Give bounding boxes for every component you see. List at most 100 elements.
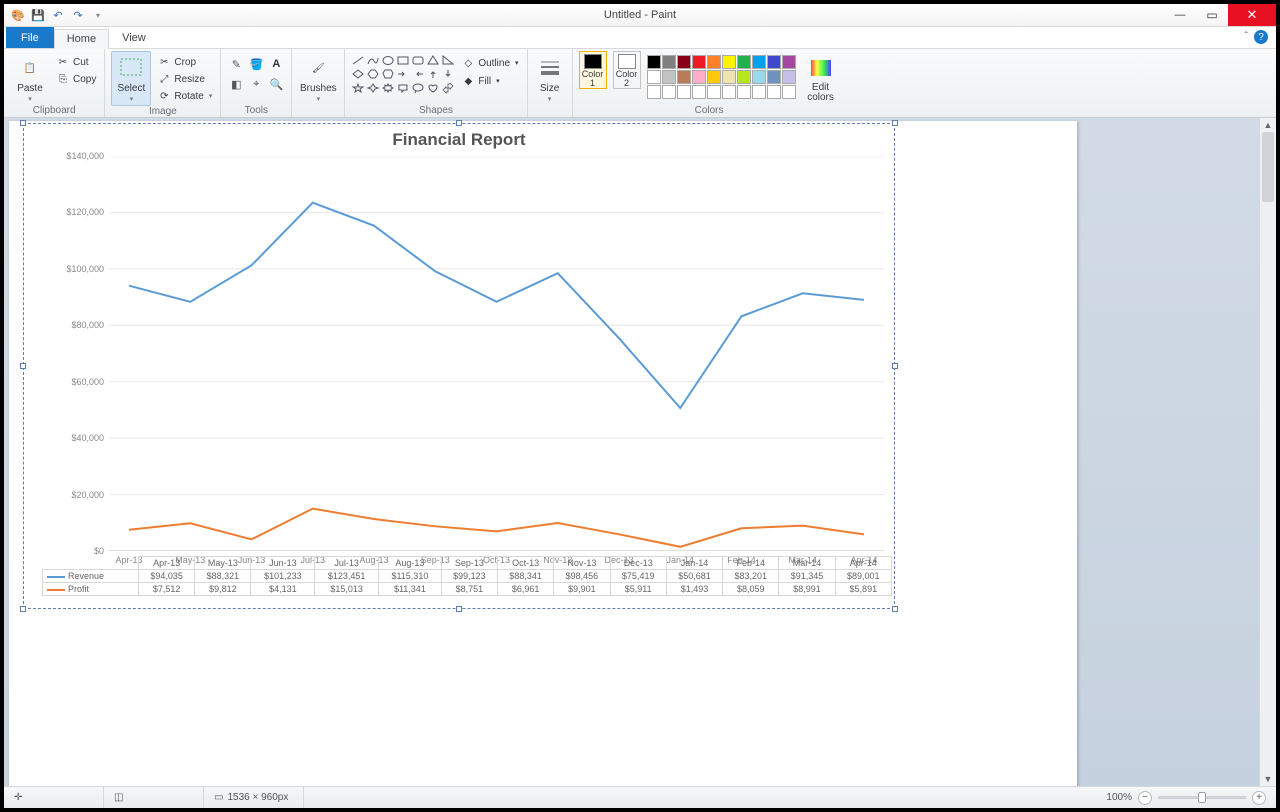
palette-swatch-empty[interactable] [782, 85, 796, 99]
pencil-tool[interactable]: ✎ [227, 55, 245, 73]
size-label: Size [540, 83, 559, 94]
tab-home[interactable]: Home [54, 29, 109, 49]
palette-swatch[interactable] [692, 70, 706, 84]
palette-swatch[interactable] [662, 55, 676, 69]
palette-swatch[interactable] [767, 55, 781, 69]
maximize-button[interactable]: ▭ [1196, 4, 1228, 26]
cut-button[interactable]: ✂Cut [54, 54, 98, 70]
scrollbar-thumb[interactable] [1262, 132, 1274, 202]
palette-swatch[interactable] [737, 55, 751, 69]
status-cursor-pos: ✛ [4, 787, 104, 808]
palette-swatch-empty[interactable] [707, 85, 721, 99]
palette-swatch[interactable] [707, 70, 721, 84]
y-tick-label: $120,000 [54, 207, 104, 217]
copy-icon: ⎘ [56, 72, 70, 86]
palette-swatch[interactable] [737, 70, 751, 84]
zoom-in-button[interactable]: + [1252, 791, 1266, 805]
palette-swatch[interactable] [692, 55, 706, 69]
shape-gallery[interactable] [351, 51, 455, 95]
y-tick-label: $80,000 [54, 320, 104, 330]
outline-icon: ◇ [461, 56, 475, 70]
scroll-down-icon[interactable]: ▼ [1260, 772, 1276, 786]
palette-swatch[interactable] [647, 55, 661, 69]
status-canvas-size: ▭1536 × 960px [204, 787, 304, 808]
group-label-clipboard: Clipboard [10, 105, 98, 117]
brushes-button[interactable]: 🖌 Brushes ▾ [298, 51, 338, 103]
app-icon: 🎨 [10, 7, 26, 23]
vertical-scrollbar[interactable]: ▲ ▼ [1259, 118, 1276, 786]
y-tick-label: $60,000 [54, 377, 104, 387]
palette-swatch[interactable] [782, 55, 796, 69]
palette-swatch-empty[interactable] [647, 85, 661, 99]
palette-swatch[interactable] [722, 70, 736, 84]
qat-dropdown-icon[interactable]: ▾ [90, 7, 106, 23]
canvas[interactable]: Financial Report $0$20,000$40,000$60,000… [9, 121, 1077, 786]
zoom-out-button[interactable]: − [1138, 791, 1152, 805]
minimize-button[interactable]: — [1164, 4, 1196, 26]
shape-outline-button[interactable]: ◇Outline▾ [459, 55, 520, 71]
y-tick-label: $20,000 [54, 490, 104, 500]
rotate-button[interactable]: ⟳Rotate▾ [155, 88, 214, 104]
group-image: Select ▾ ✂Crop ⤢Resize ⟳Rotate▾ Image [105, 49, 221, 117]
palette-swatch[interactable] [677, 70, 691, 84]
eraser-tool[interactable]: ◧ [227, 75, 245, 93]
picker-tool[interactable]: ⌖ [247, 75, 265, 93]
palette-swatch-empty[interactable] [692, 85, 706, 99]
window-title: Untitled - Paint [4, 9, 1276, 21]
palette-swatch-empty[interactable] [737, 85, 751, 99]
text-tool[interactable]: A [267, 55, 285, 73]
edit-colors-button[interactable]: Edit colors [802, 51, 840, 103]
palette-swatch[interactable] [752, 55, 766, 69]
palette-swatch[interactable] [722, 55, 736, 69]
ribbon-tabs: File Home View ˆ ? [4, 27, 1276, 49]
minimize-ribbon-icon[interactable]: ˆ [1245, 31, 1248, 42]
palette-swatch[interactable] [782, 70, 796, 84]
palette-swatch-empty[interactable] [677, 85, 691, 99]
palette-swatch[interactable] [707, 55, 721, 69]
color1-slot[interactable]: Color 1 [579, 51, 607, 89]
y-tick-label: $100,000 [54, 264, 104, 274]
close-button[interactable]: ✕ [1228, 4, 1276, 26]
palette-swatch[interactable] [677, 55, 691, 69]
canvas-viewport[interactable]: Financial Report $0$20,000$40,000$60,000… [4, 118, 1259, 786]
crop-button[interactable]: ✂Crop [155, 54, 214, 70]
color2-slot[interactable]: Color 2 [613, 51, 641, 89]
palette-swatch-empty[interactable] [767, 85, 781, 99]
zoom-slider[interactable] [1158, 796, 1246, 799]
cursor-icon: ✛ [14, 792, 22, 803]
chevron-down-icon: ▾ [548, 95, 552, 103]
select-button[interactable]: Select ▾ [111, 51, 151, 106]
title-bar: 🎨 💾 ↶ ↷ ▾ Untitled - Paint — ▭ ✕ [4, 4, 1276, 27]
resize-button[interactable]: ⤢Resize [155, 71, 214, 87]
chart-title: Financial Report [24, 124, 894, 150]
group-brushes: 🖌 Brushes ▾ [292, 49, 345, 117]
palette-swatch[interactable] [662, 70, 676, 84]
help-icon[interactable]: ? [1254, 30, 1268, 44]
y-tick-label: $0 [54, 546, 104, 556]
group-shapes: ◇Outline▾ ◆Fill▾ Shapes [345, 49, 527, 117]
palette-swatch[interactable] [752, 70, 766, 84]
tab-view[interactable]: View [109, 28, 159, 48]
redo-icon[interactable]: ↷ [70, 7, 86, 23]
chevron-down-icon: ▾ [130, 95, 134, 103]
palette-swatch-empty[interactable] [752, 85, 766, 99]
tab-file[interactable]: File [6, 27, 54, 48]
copy-button[interactable]: ⎘Copy [54, 71, 98, 87]
zoom-control: 100% − + [1106, 791, 1276, 805]
paste-icon: 📋 [16, 54, 44, 82]
paste-button[interactable]: 📋 Paste ▾ [10, 51, 50, 103]
magnifier-tool[interactable]: 🔍 [267, 75, 285, 93]
palette-swatch-empty[interactable] [722, 85, 736, 99]
scroll-up-icon[interactable]: ▲ [1260, 118, 1276, 132]
group-label-tools: Tools [227, 105, 285, 117]
undo-icon[interactable]: ↶ [50, 7, 66, 23]
palette-swatch[interactable] [767, 70, 781, 84]
palette-swatch[interactable] [647, 70, 661, 84]
fill-icon: ◆ [461, 74, 475, 88]
palette-swatch-empty[interactable] [662, 85, 676, 99]
save-icon[interactable]: 💾 [30, 7, 46, 23]
zoom-slider-knob[interactable] [1198, 792, 1206, 803]
shape-fill-button[interactable]: ◆Fill▾ [459, 73, 520, 89]
size-button[interactable]: Size ▾ [534, 51, 566, 103]
fill-tool[interactable]: 🪣 [247, 55, 265, 73]
